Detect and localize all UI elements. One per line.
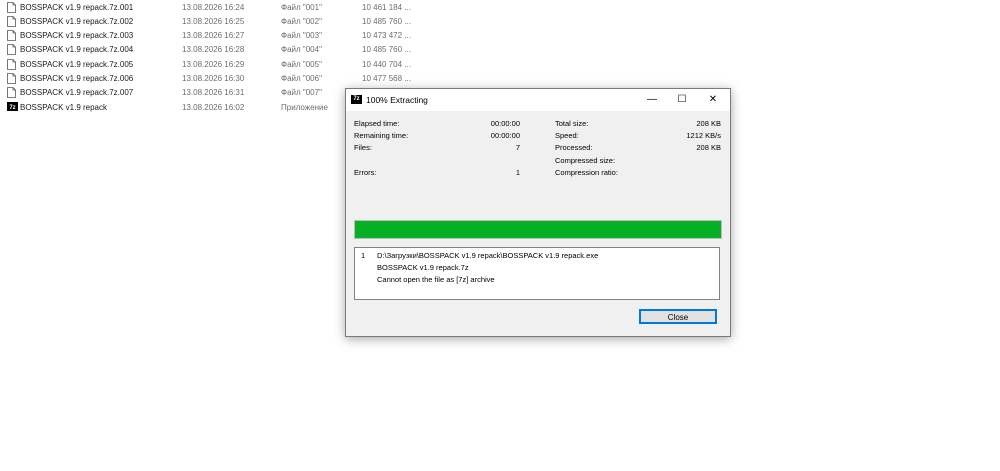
- file-type: Файл "004": [281, 45, 322, 54]
- file-name: BOSSPACK v1.9 repack.7z.006: [20, 74, 134, 83]
- log-line-archive: BOSSPACK v1.9 repack.7z: [377, 263, 469, 272]
- log-entry-number: 1: [361, 251, 366, 260]
- log-line-error: Cannot open the file as [7z] archive: [377, 275, 495, 284]
- file-icon: [7, 2, 16, 13]
- speed-value: 1212 KB/s: [686, 131, 721, 140]
- compression-ratio-label: Compression ratio:: [555, 168, 618, 177]
- file-name: BOSSPACK v1.9 repack.7z.002: [20, 17, 134, 26]
- file-icon: [7, 73, 16, 84]
- file-icon: [7, 87, 16, 98]
- file-size: 10 477 568 ...: [362, 74, 411, 83]
- speed-label: Speed:: [555, 131, 579, 140]
- progress-fill: [355, 221, 721, 238]
- file-date: 13.08.2026 16:24: [182, 3, 245, 12]
- close-button[interactable]: Close: [639, 309, 717, 324]
- file-icon: [7, 59, 16, 70]
- file-size: 10 461 184 ...: [362, 3, 411, 12]
- file-type: Файл "005": [281, 60, 322, 69]
- file-date: 13.08.2026 16:28: [182, 45, 245, 54]
- file-row[interactable]: BOSSPACK v1.9 repack.7z.001 13.08.2026 1…: [0, 1, 430, 15]
- progress-bar: [354, 220, 722, 239]
- file-row[interactable]: BOSSPACK v1.9 repack.7z.004 13.08.2026 1…: [0, 43, 430, 57]
- file-type: Файл "006": [281, 74, 322, 83]
- file-type: Приложение: [281, 103, 328, 112]
- file-row[interactable]: BOSSPACK v1.9 repack.7z.002 13.08.2026 1…: [0, 15, 430, 29]
- files-value: 7: [515, 143, 520, 152]
- extract-dialog: 7z 100% Extracting — ☐ ✕ Elapsed time: 0…: [345, 88, 731, 337]
- remaining-time-label: Remaining time:: [354, 131, 409, 140]
- files-label: Files:: [354, 143, 372, 152]
- file-name: BOSSPACK v1.9 repack.7z.005: [20, 60, 134, 69]
- file-size: 10 485 760 ...: [362, 45, 411, 54]
- file-date: 13.08.2026 16:29: [182, 60, 245, 69]
- dialog-title: 100% Extracting: [366, 95, 428, 105]
- window-close-button[interactable]: ✕: [698, 89, 728, 111]
- maximize-button[interactable]: ☐: [667, 89, 697, 111]
- file-date: 13.08.2026 16:02: [182, 103, 245, 112]
- file-name: BOSSPACK v1.9 repack.7z.007: [20, 88, 134, 97]
- total-size-value: 208 KB: [696, 119, 721, 128]
- processed-label: Processed:: [555, 143, 593, 152]
- total-size-label: Total size:: [555, 119, 589, 128]
- file-type: Файл "002": [281, 17, 322, 26]
- file-size: 10 485 760 ...: [362, 17, 411, 26]
- remaining-time-value: 00:00:00: [490, 131, 520, 140]
- errors-value: 1: [515, 168, 520, 177]
- file-name: BOSSPACK v1.9 repack.7z.001: [20, 3, 134, 12]
- elapsed-time-value: 00:00:00: [490, 119, 520, 128]
- file-type: Файл "003": [281, 31, 322, 40]
- dialog-titlebar[interactable]: 7z 100% Extracting — ☐ ✕: [346, 89, 730, 111]
- file-date: 13.08.2026 16:31: [182, 88, 245, 97]
- file-row[interactable]: BOSSPACK v1.9 repack.7z.005 13.08.2026 1…: [0, 58, 430, 72]
- file-date: 13.08.2026 16:25: [182, 17, 245, 26]
- elapsed-time-label: Elapsed time:: [354, 119, 400, 128]
- error-log[interactable]: 1 D:\Загрузки\BOSSPACK v1.9 repack\BOSSP…: [354, 247, 720, 300]
- file-icon: [7, 16, 16, 27]
- file-name: BOSSPACK v1.9 repack.7z.003: [20, 31, 134, 40]
- file-icon: [7, 30, 16, 41]
- sevenzip-app-icon: 7z: [7, 102, 18, 113]
- file-row[interactable]: BOSSPACK v1.9 repack.7z.006 13.08.2026 1…: [0, 72, 430, 86]
- file-date: 13.08.2026 16:30: [182, 74, 245, 83]
- file-icon: [7, 44, 16, 55]
- file-size: 10 440 704 ...: [362, 60, 411, 69]
- svg-text:7z: 7z: [9, 105, 15, 111]
- file-type: Файл "007": [281, 88, 322, 97]
- log-line-path: D:\Загрузки\BOSSPACK v1.9 repack\BOSSPAC…: [377, 251, 599, 260]
- file-row[interactable]: BOSSPACK v1.9 repack.7z.003 13.08.2026 1…: [0, 29, 430, 43]
- file-type: Файл "001": [281, 3, 322, 12]
- compressed-size-label: Compressed size:: [555, 156, 616, 165]
- errors-label: Errors:: [354, 168, 377, 177]
- file-size: 10 473 472 ...: [362, 31, 411, 40]
- file-name: BOSSPACK v1.9 repack.7z.004: [20, 45, 134, 54]
- sevenzip-app-icon: 7z: [351, 95, 362, 104]
- processed-value: 208 KB: [696, 143, 721, 152]
- file-date: 13.08.2026 16:27: [182, 31, 245, 40]
- file-name: BOSSPACK v1.9 repack: [20, 103, 107, 112]
- minimize-button[interactable]: —: [637, 89, 667, 111]
